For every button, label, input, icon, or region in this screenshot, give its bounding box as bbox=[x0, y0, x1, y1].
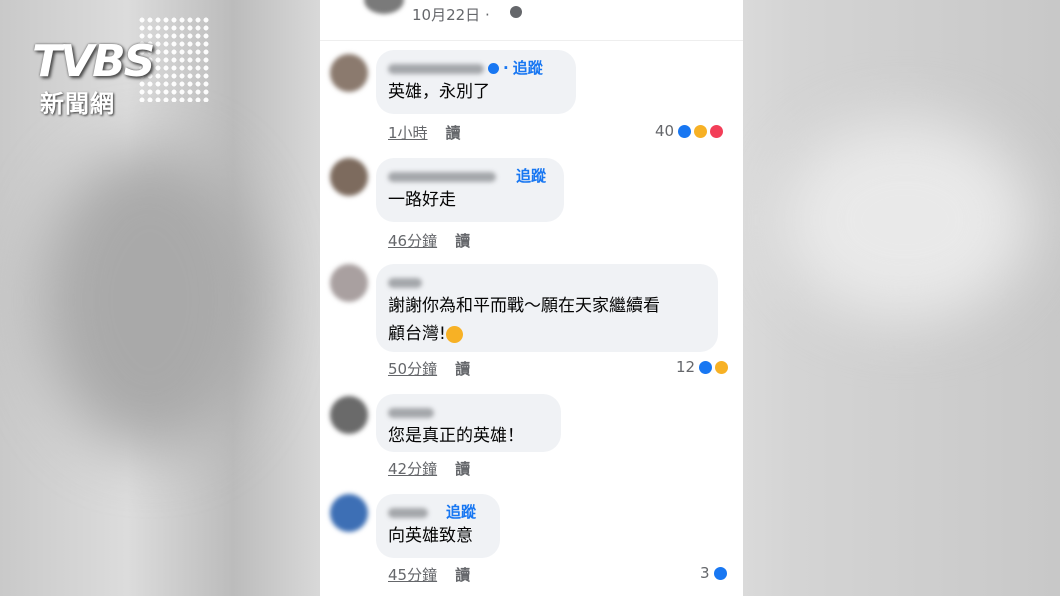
follow-button[interactable]: 追蹤 bbox=[513, 59, 543, 77]
reaction-summary[interactable]: 12 bbox=[676, 358, 730, 376]
comment-meta: 50分鐘讀 bbox=[388, 358, 470, 379]
avatar[interactable] bbox=[330, 158, 368, 196]
comment-author-name[interactable] bbox=[388, 507, 428, 518]
background-blur-left bbox=[40, 150, 260, 450]
avatar[interactable] bbox=[330, 264, 368, 302]
comment-author-name[interactable] bbox=[388, 407, 434, 418]
background-blur-right bbox=[780, 120, 1030, 320]
comment-bubble: 追蹤 向英雄致意 bbox=[376, 494, 500, 558]
comment-bubble: 追蹤 一路好走 bbox=[376, 158, 564, 222]
reply-button[interactable]: 讀 bbox=[446, 124, 461, 142]
verified-badge-icon bbox=[488, 63, 499, 74]
comment-text: 您是真正的英雄！ bbox=[388, 426, 524, 446]
logo-subtitle: 新聞網 bbox=[40, 90, 115, 118]
comment-text-line1: 謝謝你為和平而戰～願在天家繼續看 bbox=[388, 296, 660, 316]
globe-icon bbox=[510, 6, 522, 18]
comment-bubble: 謝謝你為和平而戰～願在天家繼續看 顧台灣! bbox=[376, 264, 718, 352]
comment-time[interactable]: 42分鐘 bbox=[388, 460, 437, 478]
comment-author-row: · 追蹤 bbox=[388, 58, 564, 78]
reaction-count: 40 bbox=[655, 122, 675, 140]
love-icon bbox=[709, 123, 725, 139]
reply-button[interactable]: 讀 bbox=[455, 232, 470, 250]
comment-author-row bbox=[388, 402, 549, 422]
comment-author-name[interactable] bbox=[388, 171, 496, 182]
like-icon bbox=[712, 565, 728, 581]
comment-text-line2-row: 顧台灣! bbox=[388, 320, 706, 348]
reaction-summary[interactable]: 40 bbox=[655, 122, 725, 140]
follow-button[interactable]: 追蹤 bbox=[516, 167, 546, 185]
sad-icon bbox=[714, 359, 730, 375]
comment-author-name[interactable] bbox=[388, 63, 484, 74]
comments-panel: 10月22日 · ·追蹤 英雄，永別了 1小時讀 40 追蹤 一路好走 46分 bbox=[320, 0, 743, 596]
avatar[interactable] bbox=[330, 494, 368, 532]
reaction-summary[interactable]: 3 bbox=[700, 564, 728, 582]
sad-icon bbox=[693, 123, 709, 139]
post-author-avatar[interactable] bbox=[364, 0, 404, 14]
avatar[interactable] bbox=[330, 396, 368, 434]
avatar[interactable] bbox=[330, 54, 368, 92]
comment-bubble: 您是真正的英雄！ bbox=[376, 394, 561, 452]
like-icon bbox=[677, 123, 693, 139]
comment-text: 向英雄致意 bbox=[388, 526, 473, 546]
reply-button[interactable]: 讀 bbox=[455, 460, 470, 478]
reaction-count: 3 bbox=[700, 564, 710, 582]
comment-text: 一路好走 bbox=[388, 190, 456, 210]
comment-bubble: · 追蹤 英雄，永別了 bbox=[376, 50, 576, 114]
comment-meta: 1小時讀 bbox=[388, 122, 461, 143]
comment-author-row bbox=[388, 272, 706, 292]
logo-brand: TVBS bbox=[32, 36, 155, 87]
post-date[interactable]: 10月22日 · bbox=[412, 4, 490, 25]
tvbs-logo: TVBS 新聞網 bbox=[30, 16, 210, 118]
reaction-count: 12 bbox=[676, 358, 696, 376]
separator-dot: · bbox=[503, 59, 509, 77]
comment-author-row: 追蹤 bbox=[388, 166, 552, 186]
reply-button[interactable]: 讀 bbox=[455, 360, 470, 378]
comment-text-line2: 顧台灣! bbox=[388, 324, 446, 344]
like-icon bbox=[698, 359, 714, 375]
comment-time[interactable]: 45分鐘 bbox=[388, 566, 437, 584]
follow-button[interactable]: 追蹤 bbox=[446, 503, 476, 521]
reply-button[interactable]: 讀 bbox=[455, 566, 470, 584]
comment-text: 英雄，永別了 bbox=[388, 82, 490, 102]
comment-meta: 45分鐘讀 bbox=[388, 564, 470, 585]
pensive-emoji-icon bbox=[445, 325, 463, 343]
comment-author-name[interactable] bbox=[388, 277, 422, 288]
comment-meta: 46分鐘讀 bbox=[388, 230, 470, 251]
comment-time[interactable]: 46分鐘 bbox=[388, 232, 437, 250]
post-header: 10月22日 · bbox=[320, 0, 743, 41]
comment-author-row: 追蹤 bbox=[388, 502, 488, 522]
comment-time[interactable]: 50分鐘 bbox=[388, 360, 437, 378]
comment-time[interactable]: 1小時 bbox=[388, 124, 428, 142]
comment-meta: 42分鐘讀 bbox=[388, 458, 470, 479]
